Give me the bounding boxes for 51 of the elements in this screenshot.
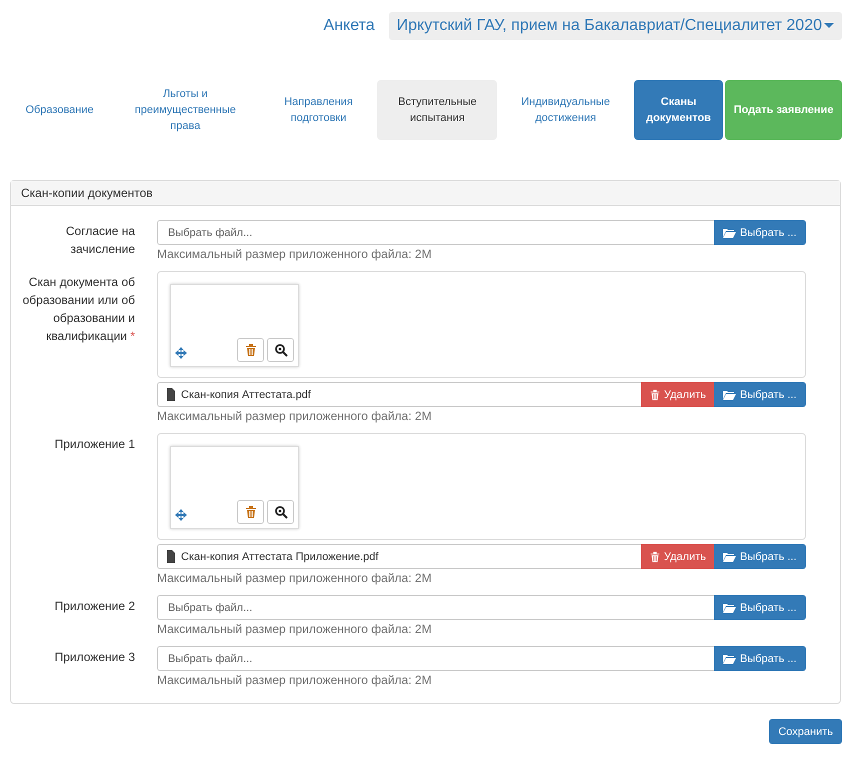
trash-icon xyxy=(649,388,661,402)
folder-icon xyxy=(722,226,737,239)
zoom-icon xyxy=(274,505,288,519)
browse-button[interactable]: Выбрать ... xyxy=(714,646,806,671)
trash-icon xyxy=(244,343,258,357)
field-label: Приложение 2 xyxy=(54,598,135,615)
field-label: Приложение 1 xyxy=(54,436,135,453)
hint-text: Максимальный размер приложенного файла: 2M xyxy=(157,409,433,423)
campaign-dropdown[interactable]: Иркутский ГАУ, прием на Бакалавриат/Специалитет 2020 xyxy=(388,12,842,40)
remove-button[interactable]: Удалить xyxy=(641,382,714,407)
file-name: Скан-копия Аттестата Приложение.pdf xyxy=(181,550,378,562)
hint-text: Максимальный размер приложенного файла: 2M xyxy=(157,622,433,636)
remove-button[interactable]: Удалить xyxy=(641,544,714,569)
browse-button[interactable]: Выбрать ... xyxy=(714,544,806,569)
file-input[interactable]: Выбрать файл... xyxy=(157,220,714,245)
file-input[interactable]: Выбрать файл... xyxy=(157,646,714,671)
browse-button[interactable]: Выбрать ... xyxy=(714,382,806,407)
browse-button[interactable]: Выбрать ... xyxy=(714,595,806,620)
browse-button[interactable]: Выбрать ... xyxy=(714,220,806,245)
hint-text: Максимальный размер приложенного файла: 2M xyxy=(157,247,433,261)
field-label: Согласие на зачисление xyxy=(64,223,135,258)
folder-icon xyxy=(722,652,737,665)
step-tab[interactable]: Индивидуальные достижения xyxy=(499,80,632,140)
field-label: Приложение 3 xyxy=(54,649,135,666)
folder-icon xyxy=(722,388,737,401)
file-name: Скан-копия Аттестата.pdf xyxy=(181,388,311,400)
file-icon xyxy=(166,388,176,401)
file-input[interactable]: Выбрать файл... xyxy=(157,595,714,620)
questionnaire-link[interactable]: Анкета xyxy=(324,17,375,35)
trash-icon xyxy=(244,505,258,519)
caret-icon xyxy=(824,23,834,29)
move-icon xyxy=(175,347,187,359)
hint-text: Максимальный размер приложенного файла: 2M xyxy=(157,673,433,687)
panel-title: Скан-копии документов xyxy=(11,181,840,206)
file-icon xyxy=(166,550,176,563)
submit-button[interactable]: Подать заявление xyxy=(725,80,842,140)
step-tab[interactable]: Льготы и преимущественные права xyxy=(111,80,260,140)
step-tab[interactable]: Образование xyxy=(10,80,110,140)
zoom-button[interactable] xyxy=(267,500,294,524)
step-tab[interactable]: Вступительные испытания xyxy=(377,80,498,140)
save-button[interactable]: Сохранить xyxy=(769,719,842,744)
zoom-button[interactable] xyxy=(267,338,294,362)
hint-text: Максимальный размер приложенного файла: 2M xyxy=(157,571,433,585)
folder-icon xyxy=(722,601,737,614)
move-icon xyxy=(175,509,187,521)
field-label: Скан документа об образовании или об образовании и квалификации * xyxy=(22,274,135,345)
zoom-icon xyxy=(274,343,288,357)
folder-icon xyxy=(722,550,737,563)
trash-icon xyxy=(649,550,661,564)
step-tab[interactable]: Направления подготовки xyxy=(262,80,376,140)
step-tab[interactable]: Сканы документов xyxy=(634,80,724,140)
